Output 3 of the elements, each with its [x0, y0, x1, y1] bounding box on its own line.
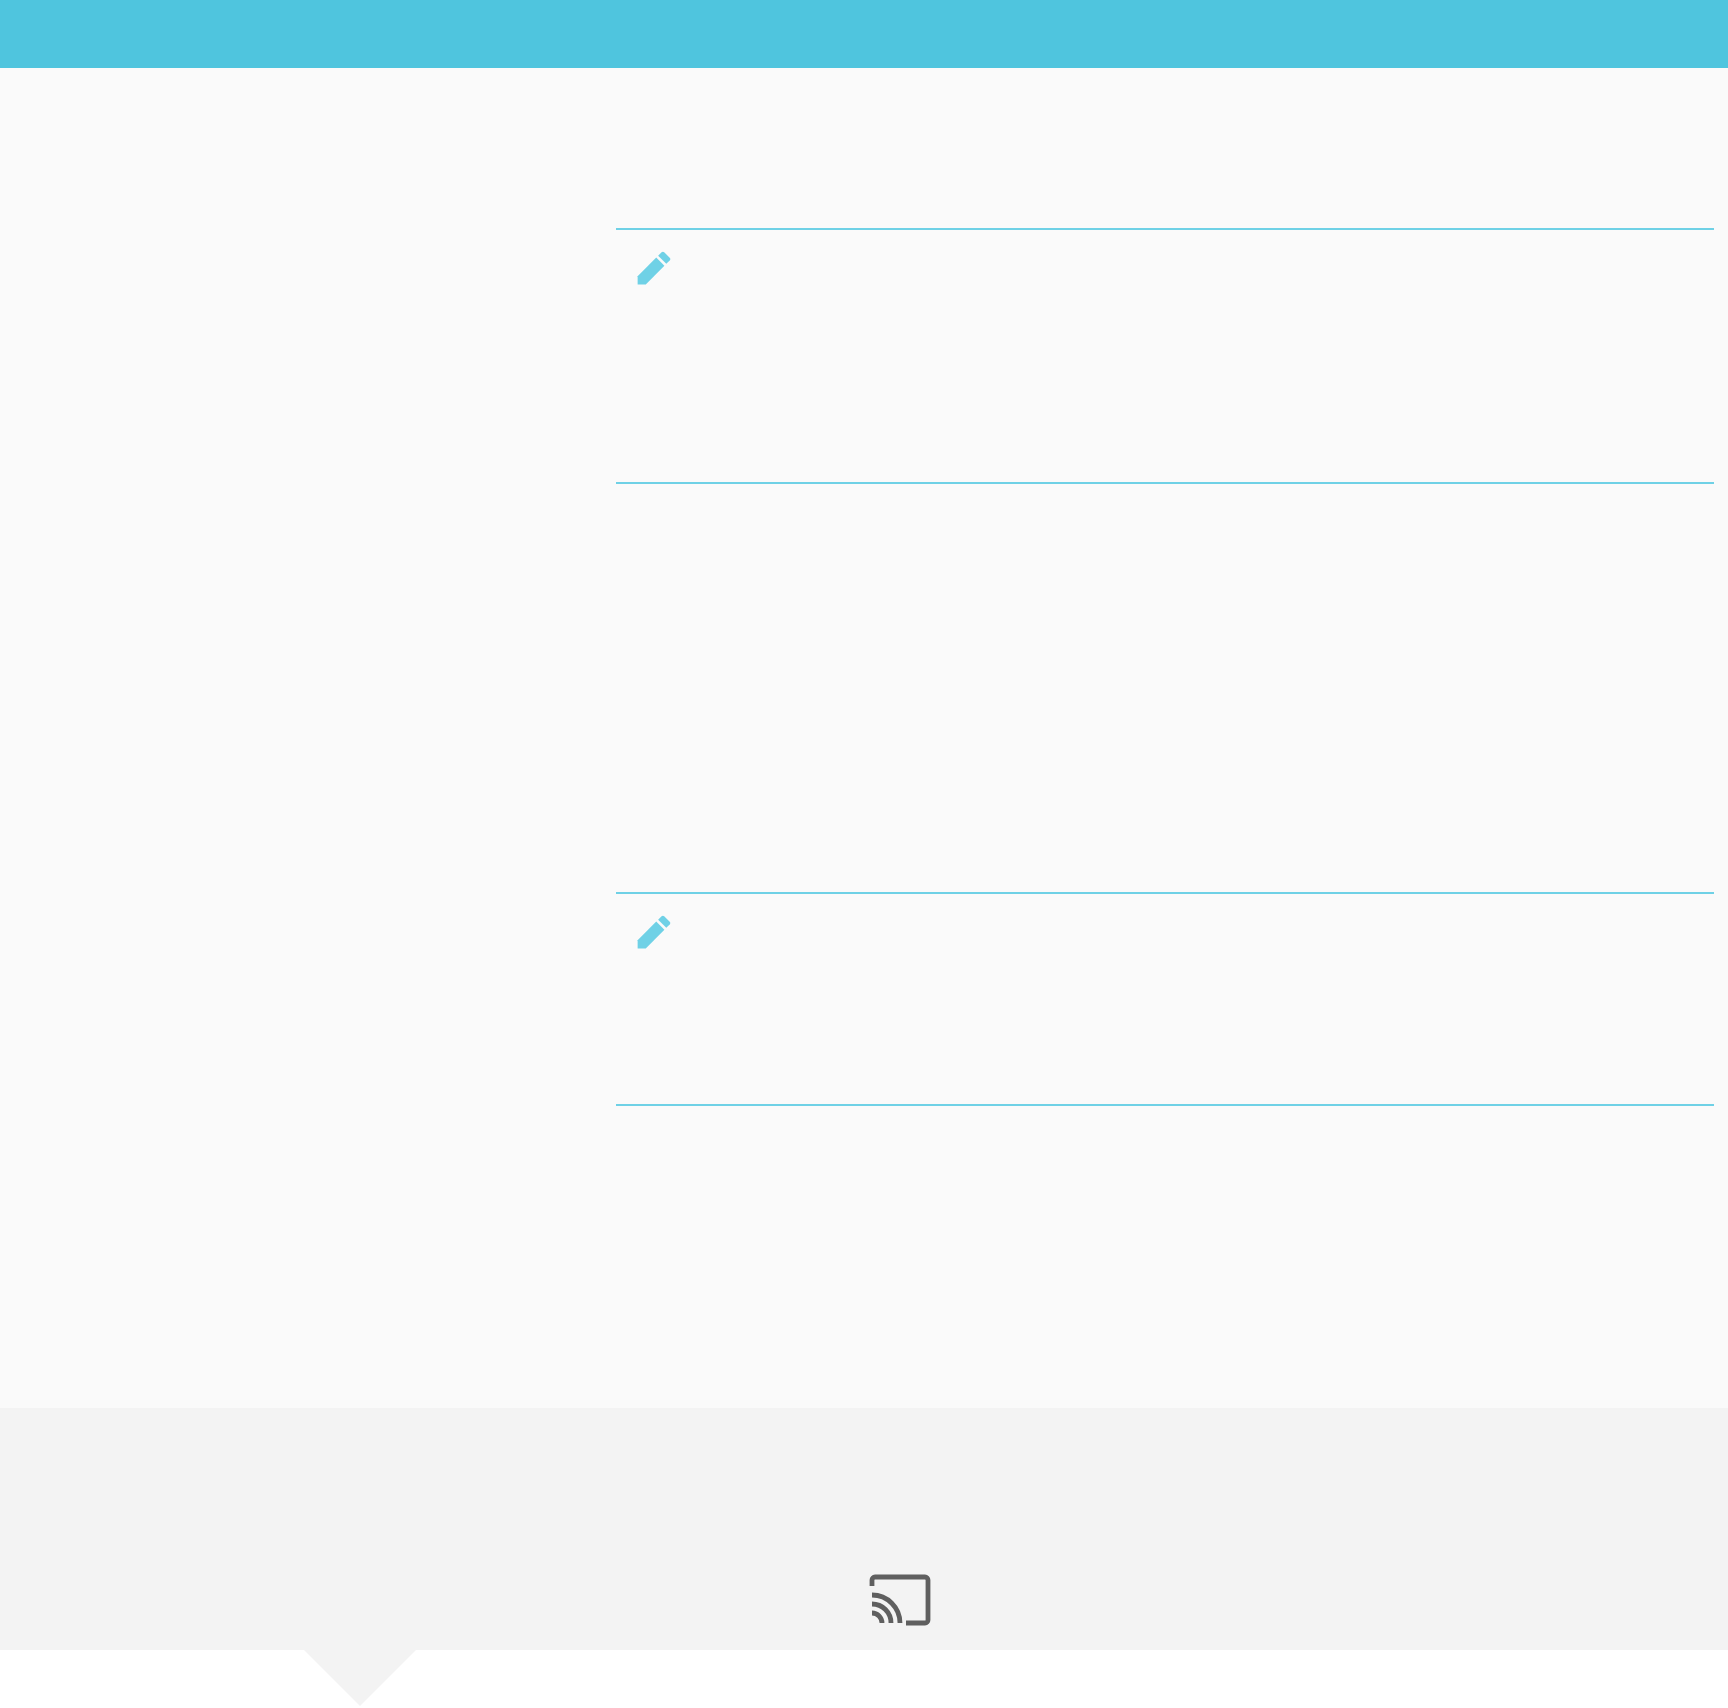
cast-icon[interactable] — [868, 1574, 932, 1626]
pencil-icon[interactable] — [634, 250, 672, 288]
pencil-icon[interactable] — [634, 914, 672, 952]
